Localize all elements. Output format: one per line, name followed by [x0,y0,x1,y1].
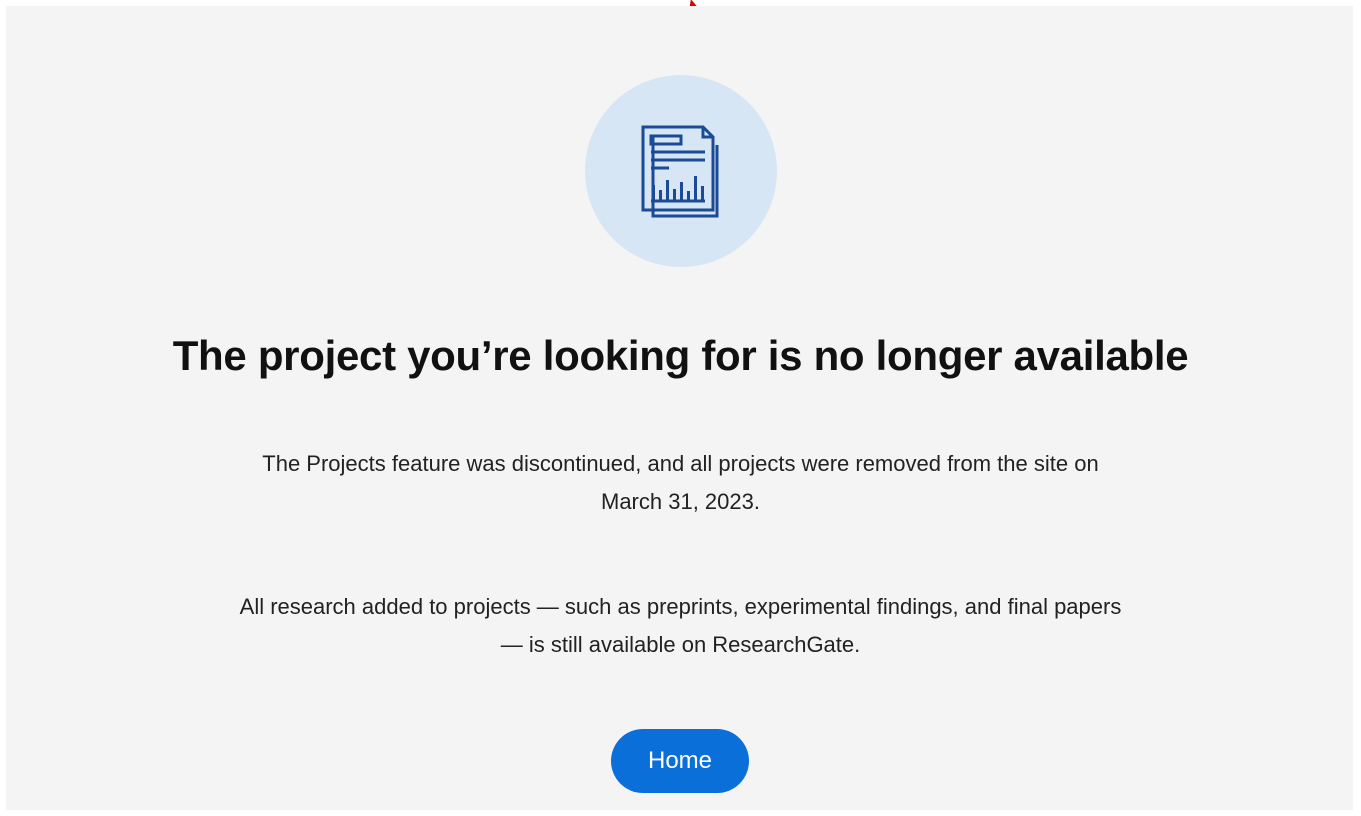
research-message-line-2: — is still available on ResearchGate. [500,632,861,657]
discontinued-message-line-2: March 31, 2023. [601,489,760,514]
home-button[interactable]: Home [611,729,749,793]
report-document-icon [641,125,719,218]
discontinued-message: The Projects feature was discontinued, a… [0,445,1361,521]
research-available-message: All research added to projects — such as… [0,588,1361,664]
discontinued-message-line-1: The Projects feature was discontinued, a… [262,451,1099,476]
page-title: The project you’re looking for is no lon… [172,332,1189,379]
icon-circle [585,75,777,267]
research-message-line-1: All research added to projects — such as… [239,594,1122,619]
